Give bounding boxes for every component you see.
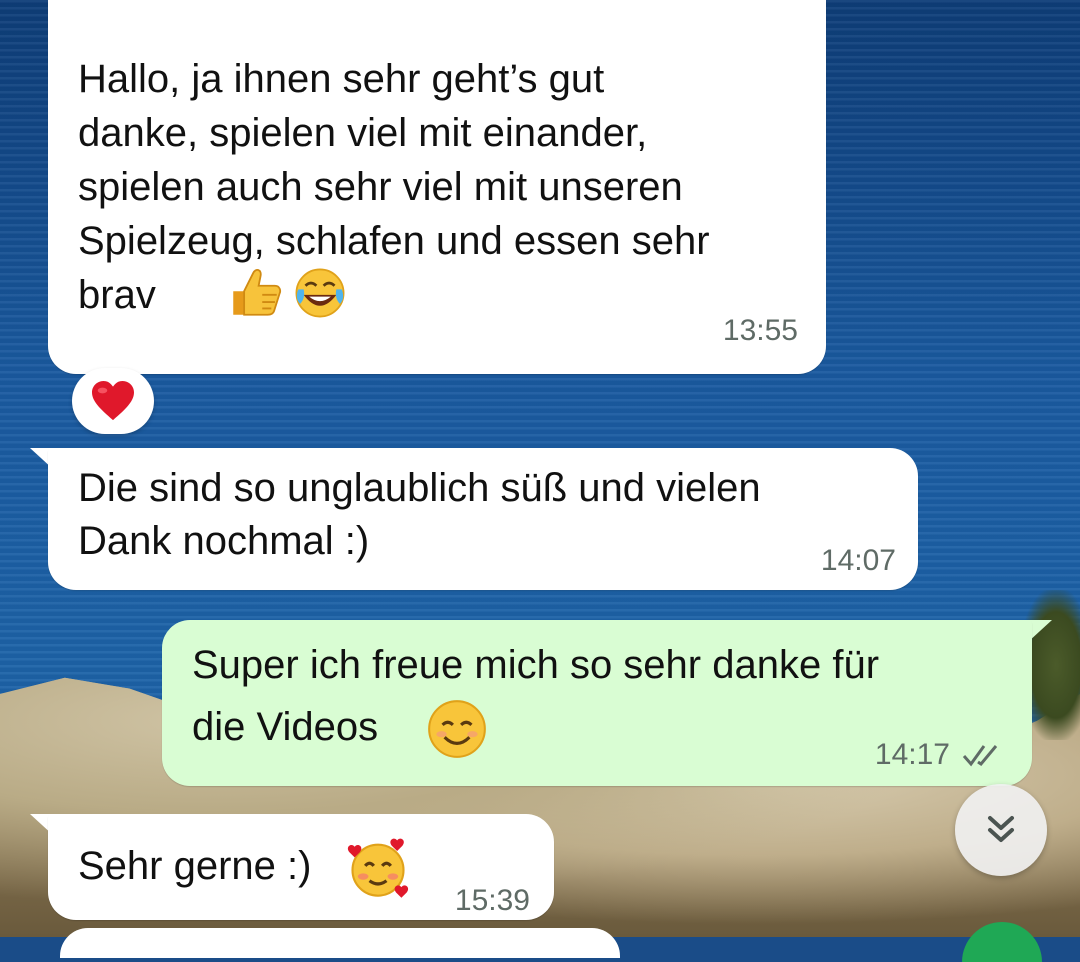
thumbs-up-icon	[226, 264, 284, 322]
message-bubble-incoming[interactable]: Hallo, ja ihnen sehr geht’s gut danke, s…	[48, 0, 826, 374]
message-bubble-incoming[interactable]: Sehr gerne :) 15:39	[48, 814, 554, 920]
double-chevron-down-icon	[988, 816, 1014, 842]
message-timestamp: 14:17	[875, 740, 1004, 770]
tears-of-joy-icon	[291, 264, 349, 322]
message-text: Die sind so unglaublich süß und vielen D…	[78, 466, 761, 563]
message-text: Hallo, ja ihnen sehr geht’s gut danke, s…	[78, 57, 710, 317]
message-timestamp: 15:39	[454, 884, 530, 917]
message-reaction[interactable]	[72, 368, 154, 434]
message-bubble-outgoing[interactable]: Super ich freue mich so sehr danke für d…	[162, 620, 1032, 786]
read-double-check-icon	[960, 742, 1004, 768]
message-timestamp: 13:55	[722, 314, 798, 347]
red-heart-icon	[92, 380, 134, 421]
emoji-row	[220, 264, 349, 322]
smiling-face-icon	[424, 696, 490, 762]
smiling-face-with-hearts-icon	[344, 834, 412, 902]
scroll-to-bottom-button[interactable]	[955, 784, 1047, 876]
next-message-bubble-peek[interactable]	[60, 928, 620, 958]
message-timestamp: 14:07	[820, 544, 896, 577]
message-bubble-incoming[interactable]: Die sind so unglaublich süß und vielen D…	[48, 448, 918, 590]
